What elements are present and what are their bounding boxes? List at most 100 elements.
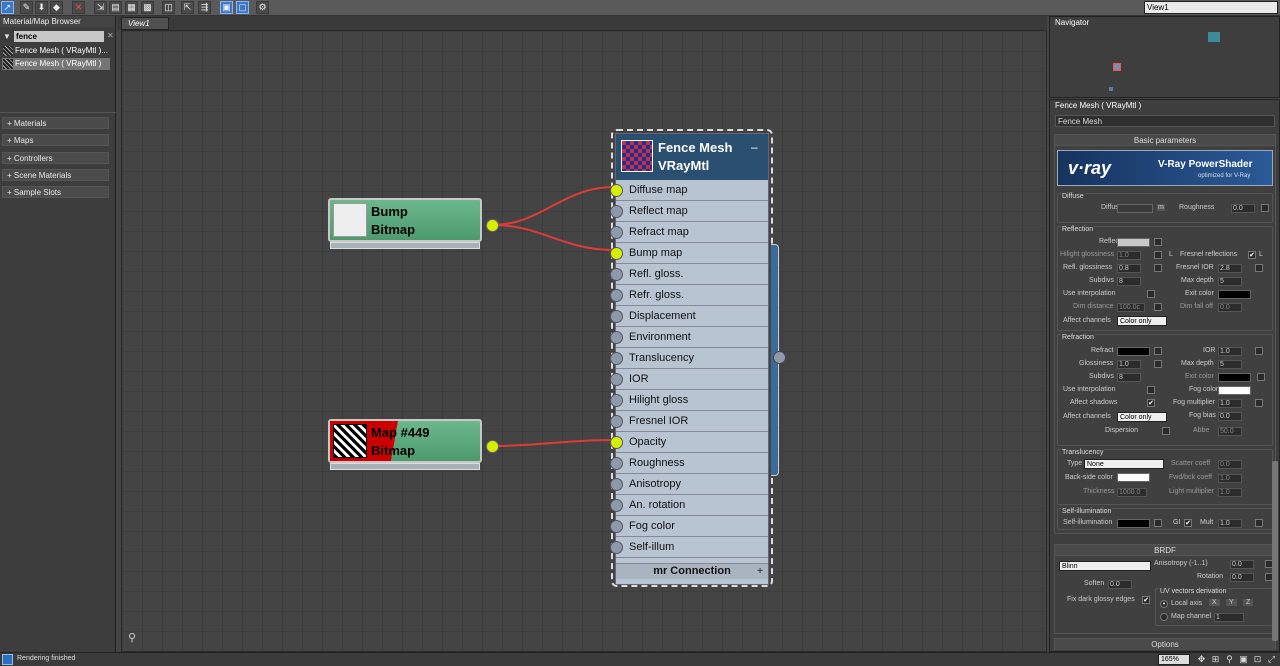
material-slot[interactable]: IOR (610, 369, 768, 390)
refl-affect-channels-dropdown[interactable]: Color only (1117, 316, 1167, 326)
local-axis-radio[interactable]: • (1160, 600, 1168, 608)
refr-glossiness-spinner[interactable]: 1.0 (1117, 360, 1141, 369)
parameter-scrollbar[interactable] (1272, 461, 1278, 641)
anisotropy-spinner[interactable]: 0.0 (1230, 560, 1254, 569)
map-channel-spinner[interactable]: 1 (1214, 613, 1244, 622)
fresnel-ior-map-button[interactable] (1255, 264, 1263, 272)
material-slot[interactable]: Roughness (610, 453, 768, 474)
self-illum-mult-map-button[interactable] (1255, 519, 1263, 527)
refl-glossiness-spinner[interactable]: 0.8 (1117, 264, 1141, 273)
fix-dark-glossy-edges-checkbox[interactable]: ✔ (1142, 596, 1150, 604)
show-end-result-icon[interactable]: ◫ (162, 1, 175, 14)
result-item-selected[interactable]: Fence Mesh ( VRayMtl ) (2, 58, 110, 70)
minimize-button[interactable]: – (751, 140, 758, 154)
search-options-icon[interactable]: ▼ (3, 32, 11, 41)
parameter-editor-icon[interactable]: ▢ (236, 1, 249, 14)
material-slot[interactable]: Bump map (610, 243, 768, 264)
pan-view-icon[interactable]: ⊡ (1252, 654, 1263, 665)
material-slot[interactable]: Refract map (610, 222, 768, 243)
slot-input-socket[interactable] (610, 457, 623, 470)
fwd-bck-coeff-spinner[interactable]: 1.0 (1218, 474, 1242, 483)
diffuse-swatch[interactable] (1117, 204, 1153, 213)
category-materials[interactable]: + Materials (2, 117, 109, 129)
material-slot[interactable]: Environment (610, 327, 768, 348)
material-slot[interactable]: Opacity (610, 432, 768, 453)
hilight-glossiness-spinner[interactable]: 1.0 (1117, 251, 1141, 260)
slot-input-socket[interactable] (610, 541, 623, 554)
layout-all-icon[interactable]: ⇶ (198, 1, 211, 14)
show-background-icon[interactable]: ▩ (141, 1, 154, 14)
slot-input-socket[interactable] (610, 499, 623, 512)
category-scene-materials[interactable]: + Scene Materials (2, 169, 109, 181)
fog-color-swatch[interactable] (1218, 386, 1251, 395)
rollout-header[interactable]: Options (1055, 639, 1275, 650)
refr-max-depth-spinner[interactable]: 5 (1218, 360, 1242, 369)
hilight-lock-button[interactable]: L (1169, 251, 1173, 258)
material-map-icon[interactable]: ▦ (125, 1, 138, 14)
slot-input-socket[interactable] (610, 205, 623, 218)
slot-input-socket[interactable] (610, 247, 623, 260)
material-slot[interactable]: Self-illum (610, 537, 768, 558)
affect-shadows-checkbox[interactable]: ✔ (1147, 399, 1155, 407)
refl-gloss-map-button[interactable] (1154, 264, 1162, 272)
fog-multiplier-map-button[interactable] (1255, 399, 1263, 407)
fresnel-lock-button[interactable]: L (1259, 251, 1263, 258)
translucency-type-dropdown[interactable]: None (1084, 459, 1164, 469)
material-slot[interactable]: An. rotation (610, 495, 768, 516)
expand-icon[interactable]: + (757, 564, 763, 579)
roughness-spinner[interactable]: 0.0 (1231, 204, 1255, 213)
view-selector-dropdown[interactable]: View1 (1144, 1, 1278, 14)
material-slot[interactable]: Reflect map (610, 201, 768, 222)
dim-distance-checkbox[interactable] (1154, 303, 1162, 311)
gi-checkbox[interactable]: ✔ (1184, 519, 1192, 527)
rollout-header[interactable]: BRDF (1055, 545, 1275, 556)
material-slot[interactable]: Anisotropy (610, 474, 768, 495)
category-maps[interactable]: + Maps (2, 134, 109, 146)
material-browser-icon[interactable]: ▣ (220, 1, 233, 14)
abbe-spinner[interactable]: 50.0 (1218, 427, 1242, 436)
navigator-viewport-frame[interactable] (1113, 63, 1121, 71)
material-slot[interactable]: Fog color (610, 516, 768, 537)
axis-z-button[interactable]: Z (1243, 599, 1254, 606)
hilight-map-button[interactable] (1154, 251, 1162, 259)
refract-swatch[interactable] (1117, 347, 1150, 356)
zoom-icon[interactable]: ⚲ (1224, 654, 1235, 665)
brdf-type-dropdown[interactable]: Blinn (1059, 561, 1151, 571)
slot-input-socket[interactable] (610, 394, 623, 407)
self-illum-map-button[interactable] (1154, 519, 1162, 527)
material-slot[interactable]: Refr. gloss. (610, 285, 768, 306)
scatter-coeff-spinner[interactable]: 0.0 (1218, 460, 1242, 469)
axis-x-button[interactable]: X (1209, 599, 1220, 606)
slot-input-socket[interactable] (610, 310, 623, 323)
back-side-color-swatch[interactable] (1117, 473, 1150, 482)
binoculars-icon[interactable]: ⚲ (128, 631, 136, 644)
refl-max-depth-spinner[interactable]: 5 (1218, 277, 1242, 286)
rotation-spinner[interactable]: 0.0 (1230, 573, 1254, 582)
refr-gloss-map-button[interactable] (1154, 360, 1162, 368)
slot-input-socket[interactable] (610, 436, 623, 449)
zoom-extents-icon[interactable]: ⊞ (1210, 654, 1221, 665)
slot-input-socket[interactable] (610, 520, 623, 533)
material-slot[interactable]: Refl. gloss. (610, 264, 768, 285)
material-name-field[interactable]: Fence Mesh (1055, 115, 1275, 127)
diffuse-map-button[interactable]: m (1157, 204, 1165, 211)
material-slot[interactable]: Fresnel IOR (610, 411, 768, 432)
select-by-material-icon[interactable]: ⚙ (256, 1, 269, 14)
lay-out-icon[interactable]: ▤ (109, 1, 122, 14)
delete-icon[interactable]: ✕ (72, 1, 85, 14)
opacity-output-socket[interactable] (486, 440, 499, 453)
slot-input-socket[interactable] (610, 373, 623, 386)
slot-input-socket[interactable] (610, 478, 623, 491)
pick-material-icon[interactable]: ✎ (20, 1, 33, 14)
axis-y-button[interactable]: Y (1226, 599, 1237, 606)
slot-input-socket[interactable] (610, 352, 623, 365)
maximize-icon[interactable]: ⤢ (1266, 654, 1277, 665)
thickness-spinner[interactable]: 1000.0 (1117, 488, 1147, 497)
material-slot[interactable]: Hilight gloss (610, 390, 768, 411)
zoom-region-icon[interactable]: ▣ (1238, 654, 1249, 665)
opacity-bitmap-node[interactable]: Map #449 Bitmap (328, 419, 482, 470)
put-material-icon[interactable]: ⬇ (35, 1, 48, 14)
category-sample-slots[interactable]: + Sample Slots (2, 186, 109, 198)
zoom-dropdown[interactable]: 165% (1158, 654, 1190, 665)
search-input[interactable]: fence (14, 31, 104, 42)
